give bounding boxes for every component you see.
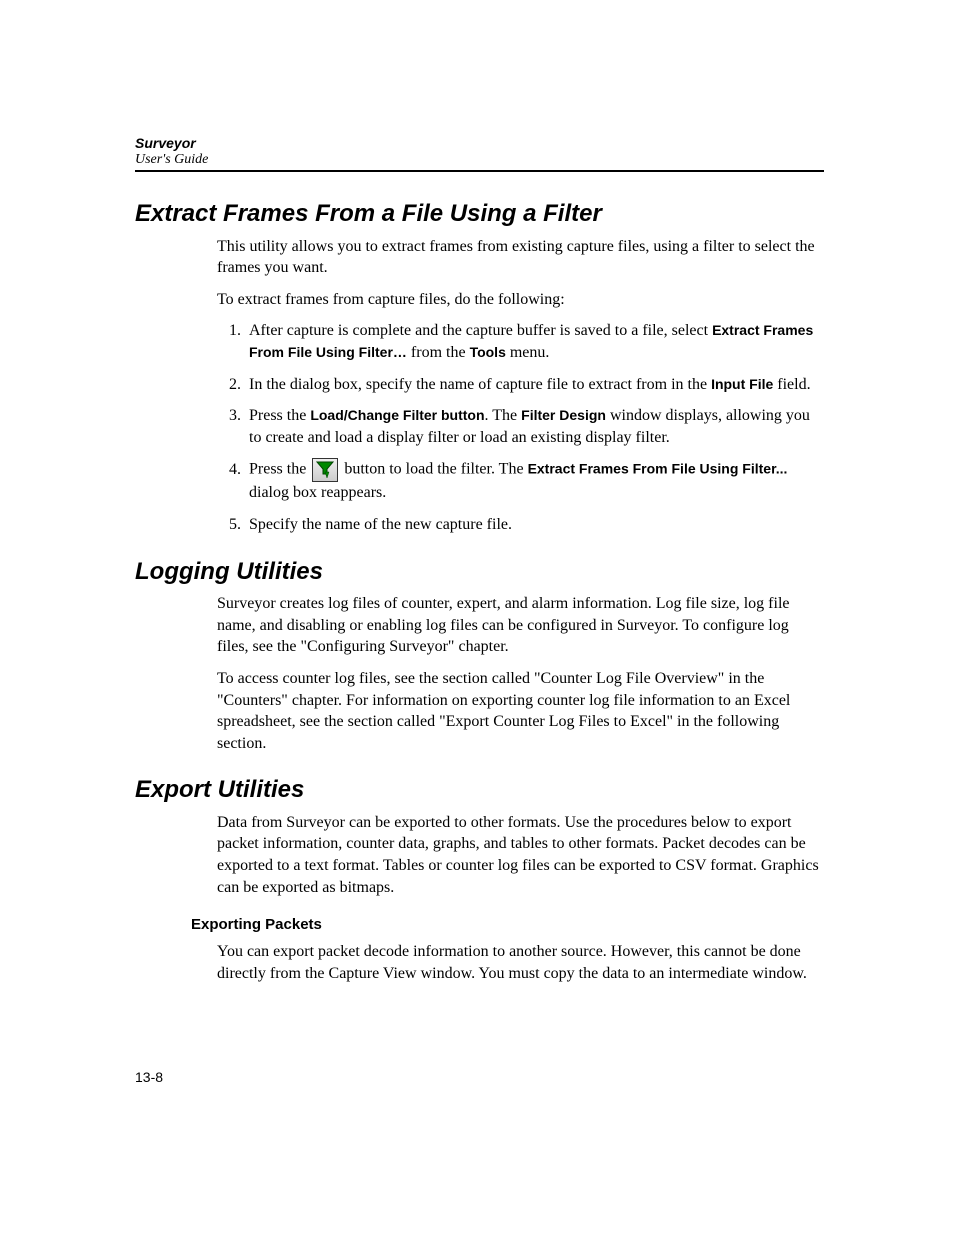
page-number: 13-8 bbox=[135, 1069, 163, 1085]
step-5: Specify the name of the new capture file… bbox=[245, 514, 824, 536]
lead-paragraph: To extract frames from capture files, do… bbox=[217, 289, 824, 311]
section-content-export: Data from Surveyor can be exported to ot… bbox=[217, 812, 824, 898]
ui-extract-frames-dialog: Extract Frames From File Using Filter... bbox=[528, 461, 788, 477]
step-2-text-c: field. bbox=[773, 376, 810, 393]
section-title-logging-utilities: Logging Utilities bbox=[135, 558, 824, 586]
export-paragraph-1: Data from Surveyor can be exported to ot… bbox=[217, 812, 824, 898]
filter-load-icon bbox=[312, 458, 338, 482]
product-name: Surveyor bbox=[135, 135, 824, 151]
step-4-text-d: dialog box reappears. bbox=[249, 484, 386, 501]
page-header: Surveyor User's Guide bbox=[135, 135, 824, 172]
step-3: Press the Load/Change Filter button. The… bbox=[245, 405, 824, 448]
ui-filter-design-window: Filter Design bbox=[521, 407, 606, 423]
document-type: User's Guide bbox=[135, 152, 824, 168]
page: Surveyor User's Guide Extract Frames Fro… bbox=[0, 0, 954, 1235]
step-4-text-b: button to load the filter. The bbox=[340, 461, 527, 478]
step-1-text-c: from the bbox=[407, 344, 470, 361]
step-5-text: Specify the name of the new capture file… bbox=[249, 516, 512, 533]
steps-list: After capture is complete and the captur… bbox=[217, 320, 824, 535]
section-title-extract-frames: Extract Frames From a File Using a Filte… bbox=[135, 200, 824, 228]
step-1-text-e: menu. bbox=[506, 344, 550, 361]
step-1-text-a: After capture is complete and the captur… bbox=[249, 322, 712, 339]
section-content-extract-frames: This utility allows you to extract frame… bbox=[217, 236, 824, 536]
step-2-text-a: In the dialog box, specify the name of c… bbox=[249, 376, 711, 393]
step-3-text-c: . The bbox=[485, 407, 522, 424]
section-title-export-utilities: Export Utilities bbox=[135, 776, 824, 804]
section-content-logging: Surveyor creates log files of counter, e… bbox=[217, 593, 824, 754]
intro-paragraph: This utility allows you to extract frame… bbox=[217, 236, 824, 279]
step-4-text-a: Press the bbox=[249, 461, 310, 478]
step-1: After capture is complete and the captur… bbox=[245, 320, 824, 363]
step-3-text-a: Press the bbox=[249, 407, 310, 424]
logging-paragraph-1: Surveyor creates log files of counter, e… bbox=[217, 593, 824, 658]
ui-input-file-field: Input File bbox=[711, 376, 773, 392]
subheading-exporting-packets: Exporting Packets bbox=[191, 916, 824, 933]
ui-tools-menu: Tools bbox=[470, 344, 506, 360]
step-4: Press the button to load the filter. The… bbox=[245, 458, 824, 504]
exporting-packets-paragraph: You can export packet decode information… bbox=[217, 941, 824, 984]
logging-paragraph-2: To access counter log files, see the sec… bbox=[217, 668, 824, 754]
step-2: In the dialog box, specify the name of c… bbox=[245, 374, 824, 396]
exporting-packets-content: You can export packet decode information… bbox=[217, 941, 824, 984]
ui-load-change-filter-button: Load/Change Filter button bbox=[310, 407, 484, 423]
